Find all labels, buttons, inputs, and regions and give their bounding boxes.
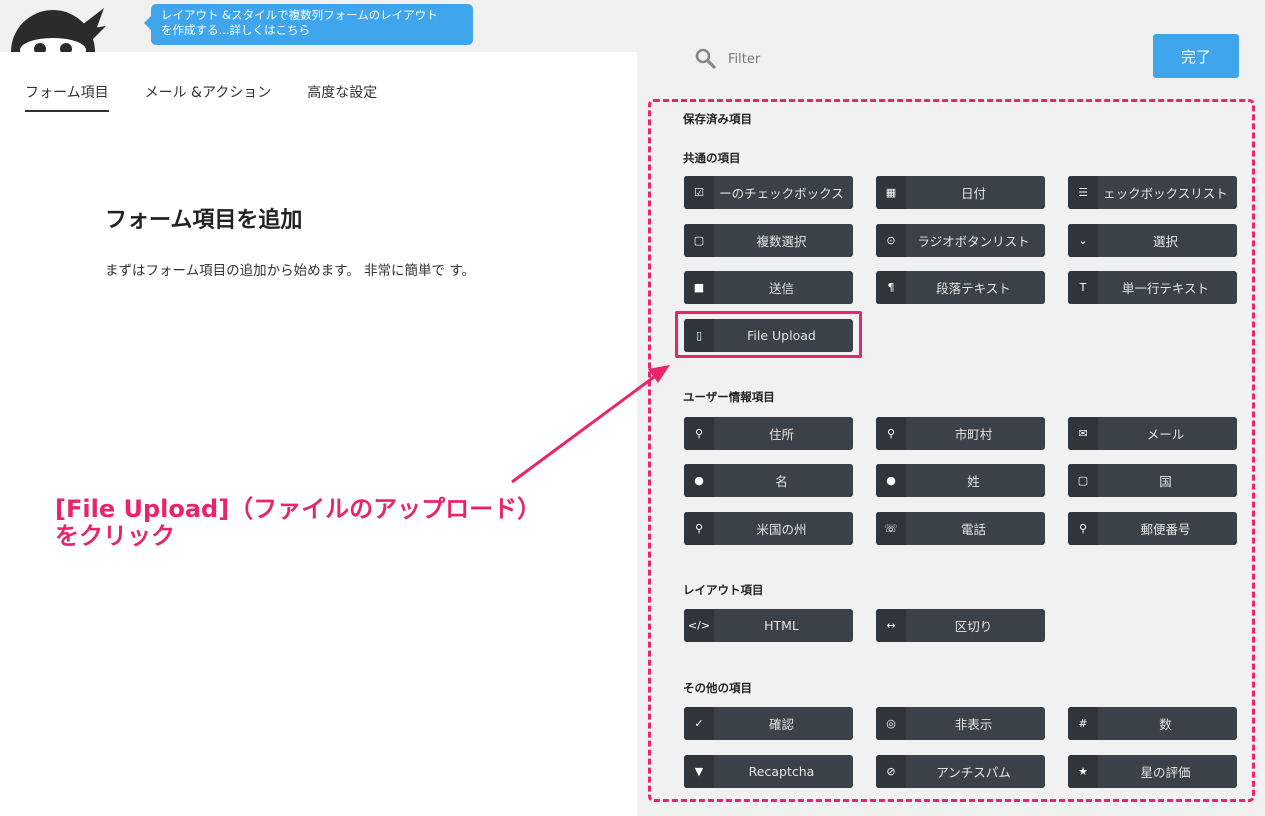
filter-icon: ▼ xyxy=(684,755,714,788)
square-outline-icon: ▢ xyxy=(1068,464,1098,497)
tab-advanced[interactable]: 高度な設定 xyxy=(307,82,377,112)
section-saved-fields: 保存済み項目 xyxy=(683,112,752,126)
phone-icon: ☏ xyxy=(876,512,906,545)
user-icon: ● xyxy=(684,464,714,497)
field-star-rating[interactable]: ★ 星の評価 xyxy=(1068,755,1237,788)
star-half-icon: ★ xyxy=(1068,755,1098,788)
field-html[interactable]: </> HTML xyxy=(684,609,853,642)
field-confirm[interactable]: ✓ 確認 xyxy=(684,707,853,740)
section-user-info-fields: ユーザー情報項目 xyxy=(683,390,775,404)
field-last-name[interactable]: ● 姓 xyxy=(876,464,1045,497)
calendar-icon: ▦ xyxy=(876,176,906,209)
tab-form-fields[interactable]: フォーム項目 xyxy=(25,82,109,112)
checkbox-checked-icon: ☑ xyxy=(684,176,714,209)
field-city[interactable]: ⚲ 市町村 xyxy=(876,417,1045,450)
field-date[interactable]: ▦ 日付 xyxy=(876,176,1045,209)
horizontal-arrows-icon: ↔ xyxy=(876,609,906,642)
square-filled-icon: ■ xyxy=(684,271,714,304)
envelope-icon: ✉ xyxy=(1068,417,1098,450)
field-zip[interactable]: ⚲ 郵便番号 xyxy=(1068,512,1237,545)
empty-state-title: フォーム項目を追加 xyxy=(105,208,303,233)
field-paragraph-text[interactable]: ¶ 段落テキスト xyxy=(876,271,1045,304)
field-email[interactable]: ✉ メール xyxy=(1068,417,1237,450)
section-common-fields: 共通の項目 xyxy=(683,151,741,165)
field-recaptcha[interactable]: ▼ Recaptcha xyxy=(684,755,853,788)
empty-state-text: まずはフォーム項目の追加から始めます。 非常に簡単で す。 xyxy=(105,263,475,279)
check-circle-icon: ✓ xyxy=(684,707,714,740)
map-marker-icon: ⚲ xyxy=(876,417,906,450)
field-single-checkbox[interactable]: ☑ ーのチェックボックス xyxy=(684,176,853,209)
hash-icon: # xyxy=(1068,707,1098,740)
radio-icon: ⊙ xyxy=(876,224,906,257)
field-multi-select[interactable]: ▢ 複数選択 xyxy=(684,224,853,257)
list-icon: ☰ xyxy=(1068,176,1098,209)
field-number[interactable]: # 数 xyxy=(1068,707,1237,740)
search-icon xyxy=(695,48,716,69)
field-hidden[interactable]: ◎ 非表示 xyxy=(876,707,1045,740)
user-icon: ● xyxy=(876,464,906,497)
filter-input[interactable] xyxy=(726,47,1030,71)
field-us-state[interactable]: ⚲ 米国の州 xyxy=(684,512,853,545)
done-button[interactable]: 完了 xyxy=(1153,34,1239,78)
field-first-name[interactable]: ● 名 xyxy=(684,464,853,497)
eye-slash-icon: ◎ xyxy=(876,707,906,740)
field-single-line-text[interactable]: T 単一行テキスト xyxy=(1068,271,1237,304)
layout-tip-tooltip[interactable]: レイアウト &スタイルで複数列フォームのレイアウト を作成する...詳しくはこち… xyxy=(144,4,473,45)
field-country[interactable]: ▢ 国 xyxy=(1068,464,1237,497)
field-address[interactable]: ⚲ 住所 xyxy=(684,417,853,450)
file-upload-highlight xyxy=(675,311,862,358)
annotation-text: [File Upload]（ファイルのアップロード） をクリック xyxy=(55,496,655,550)
square-outline-icon: ▢ xyxy=(684,224,714,257)
ban-icon: ⊘ xyxy=(876,755,906,788)
section-layout-fields: レイアウト項目 xyxy=(683,583,764,597)
text-icon: T xyxy=(1068,271,1098,304)
tooltip-line-2: を作成する...詳しくはこちら xyxy=(161,23,310,37)
field-checkbox-list[interactable]: ☰ ェックボックスリスト xyxy=(1068,176,1237,209)
form-builder-panel: フォーム項目 メール &アクション 高度な設定 フォーム項目を追加 まずはフォー… xyxy=(0,52,637,816)
field-anti-spam[interactable]: ⊘ アンチスパム xyxy=(876,755,1045,788)
code-icon: </> xyxy=(684,609,714,642)
ninja-logo xyxy=(8,0,108,52)
field-phone[interactable]: ☏ 電話 xyxy=(876,512,1045,545)
builder-tabs: フォーム項目 メール &アクション 高度な設定 xyxy=(25,82,377,112)
map-marker-icon: ⚲ xyxy=(684,512,714,545)
map-marker-icon: ⚲ xyxy=(1068,512,1098,545)
field-radio-list[interactable]: ⊙ ラジオボタンリスト xyxy=(876,224,1045,257)
tooltip-line-1: レイアウト &スタイルで複数列フォームのレイアウト xyxy=(161,8,438,22)
annotation-line-1: [File Upload]（ファイルのアップロード） xyxy=(55,495,542,523)
field-submit[interactable]: ■ 送信 xyxy=(684,271,853,304)
chevron-down-icon: ⌄ xyxy=(1068,224,1098,257)
field-divider[interactable]: ↔ 区切り xyxy=(876,609,1045,642)
tab-emails-actions[interactable]: メール &アクション xyxy=(145,82,272,112)
field-select[interactable]: ⌄ 選択 xyxy=(1068,224,1237,257)
paragraph-icon: ¶ xyxy=(876,271,906,304)
section-misc-fields: その他の項目 xyxy=(683,681,752,695)
map-marker-icon: ⚲ xyxy=(684,417,714,450)
annotation-line-2: をクリック xyxy=(55,522,175,550)
